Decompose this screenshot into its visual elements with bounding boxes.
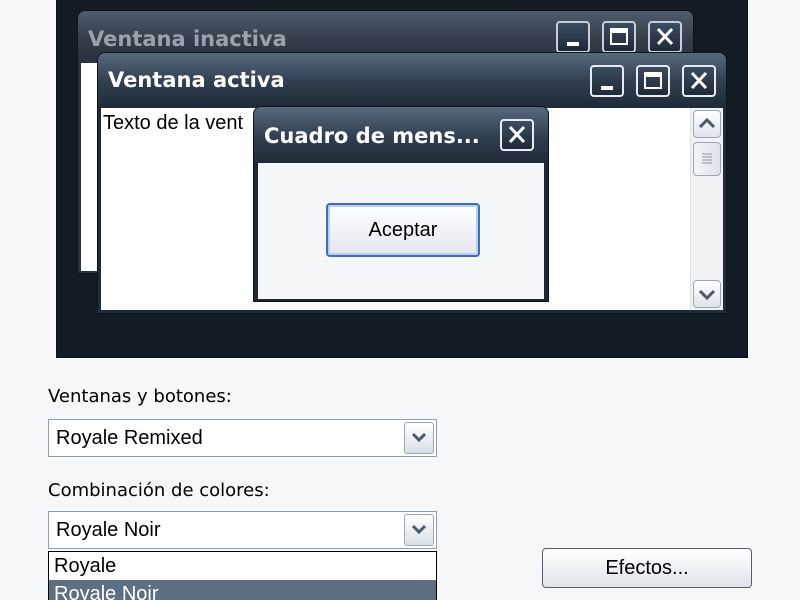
inactive-close-button bbox=[648, 21, 682, 53]
scroll-thumb bbox=[693, 142, 721, 176]
windows-buttons-value: Royale Remixed bbox=[56, 427, 203, 449]
close-icon bbox=[690, 71, 708, 90]
color-scheme-dropdown-list: Royale Royale Noir bbox=[48, 551, 437, 600]
scroll-up-button bbox=[693, 110, 721, 138]
inactive-window-titlebar: Ventana inactiva bbox=[78, 11, 693, 55]
close-icon bbox=[656, 27, 674, 46]
minimize-icon bbox=[567, 42, 579, 46]
chevron-down-icon bbox=[411, 432, 427, 443]
windows-buttons-dropdown-button[interactable] bbox=[404, 422, 434, 454]
active-window-titlebar: Ventana activa bbox=[98, 53, 726, 107]
active-window-title: Ventana activa bbox=[108, 68, 285, 92]
display-properties-appearance: Ventana inactiva Ventana activa Texto de… bbox=[0, 0, 800, 600]
scroll-up-icon bbox=[698, 117, 716, 129]
close-icon bbox=[508, 125, 526, 144]
message-box-preview: Cuadro de mens... Aceptar bbox=[253, 106, 549, 302]
vertical-scrollbar bbox=[690, 108, 723, 310]
grip-icon bbox=[702, 153, 712, 164]
windows-buttons-select[interactable]: Royale Remixed bbox=[48, 419, 437, 457]
color-scheme-select[interactable]: Royale Noir bbox=[48, 511, 437, 549]
chevron-down-icon bbox=[411, 524, 427, 535]
inactive-maximize-button bbox=[602, 21, 636, 53]
message-box-close-button bbox=[500, 119, 534, 151]
scroll-down-icon bbox=[698, 289, 716, 301]
effects-button[interactable]: Efectos... bbox=[542, 548, 752, 588]
active-window-text: Texto de la vent bbox=[103, 112, 244, 134]
active-minimize-button bbox=[590, 65, 624, 97]
color-scheme-option-royale-noir[interactable]: Royale Noir bbox=[49, 580, 436, 600]
inactive-window-title: Ventana inactiva bbox=[88, 27, 287, 51]
maximize-icon bbox=[644, 72, 662, 89]
appearance-preview: Ventana inactiva Ventana activa Texto de… bbox=[56, 0, 748, 358]
message-box-client: Aceptar bbox=[258, 163, 544, 299]
active-maximize-button bbox=[636, 65, 670, 97]
option-label: Royale bbox=[54, 555, 117, 577]
color-scheme-value: Royale Noir bbox=[56, 519, 161, 541]
minimize-icon bbox=[601, 86, 613, 90]
scroll-down-button bbox=[693, 280, 721, 308]
message-box-title: Cuadro de mens... bbox=[264, 124, 480, 148]
active-close-button bbox=[682, 65, 716, 97]
color-scheme-option-royale[interactable]: Royale bbox=[49, 552, 436, 580]
option-label: Royale Noir bbox=[54, 583, 159, 600]
message-box-titlebar: Cuadro de mens... bbox=[254, 107, 548, 163]
windows-buttons-label: Ventanas y botones: bbox=[48, 386, 232, 407]
maximize-icon bbox=[610, 28, 628, 45]
color-scheme-label: Combinación de colores: bbox=[48, 480, 270, 501]
inactive-minimize-button bbox=[556, 21, 590, 53]
ok-button: Aceptar bbox=[326, 203, 480, 257]
color-scheme-dropdown-button[interactable] bbox=[404, 514, 434, 546]
